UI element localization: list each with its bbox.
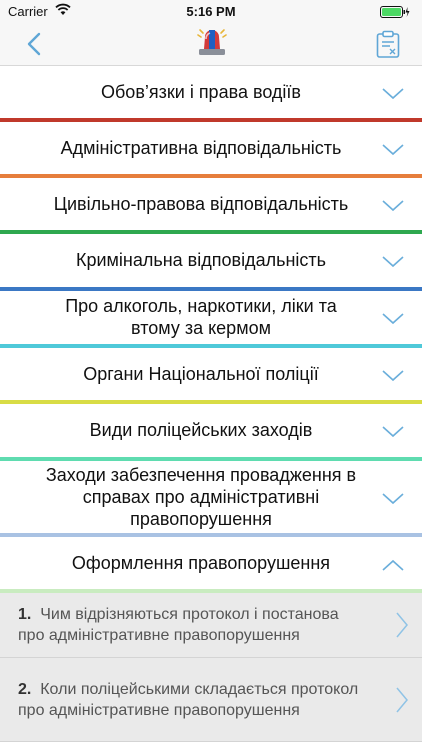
list-item-number: 1. [18, 606, 32, 623]
battery-icon [380, 5, 410, 23]
section-title: Оформлення правопорушення [71, 552, 331, 573]
police-siren-icon [196, 27, 228, 59]
section-row[interactable]: Про алкоголь, наркотики, ліки та втому з… [0, 291, 422, 348]
chevron-down-icon [382, 426, 404, 438]
chevron-down-icon [382, 144, 404, 156]
section-row[interactable]: Кримінальна відповідальність [0, 234, 422, 291]
section-row[interactable]: Обов’язки і права водіїв [0, 66, 422, 122]
chevron-down-icon [382, 313, 404, 325]
chevron-down-icon [382, 88, 404, 100]
section-title: Цивільно-правова відповідальність [53, 193, 349, 214]
list-item-text: 1. Чим відрізняються протокол і постанов… [18, 593, 364, 657]
clipboard-icon[interactable] [376, 30, 400, 58]
chevron-down-icon [382, 200, 404, 212]
navigation-bar [0, 22, 422, 66]
list-item-label: Коли поліцейськими складається протокол … [18, 680, 359, 719]
section-title: Адміністративна відповідальність [60, 137, 342, 158]
chevron-up-icon [382, 559, 404, 571]
list-item[interactable]: 2. Коли поліцейськими складається проток… [0, 658, 422, 742]
list-item-label: Чим відрізняються протокол і постанова п… [18, 606, 339, 644]
section-row[interactable]: Адміністративна відповідальність [0, 122, 422, 178]
section-title: Обов’язки і права водіїв [101, 81, 301, 102]
section-title: Кримінальна відповідальність [75, 250, 327, 270]
chevron-left-icon[interactable] [22, 31, 48, 57]
status-bar: Carrier 5:16 PM [0, 0, 422, 22]
chevron-down-icon [382, 256, 404, 268]
chevron-right-icon [396, 687, 408, 713]
section-title: Про алкоголь, наркотики, ліки та втому з… [65, 296, 337, 338]
chevron-down-icon [382, 370, 404, 382]
list-item[interactable]: 1. Чим відрізняються протокол і постанов… [0, 593, 422, 658]
section-row[interactable]: Цивільно-правова відповідальність [0, 178, 422, 234]
section-title: Заходи забезпечення провадження в справа… [45, 464, 357, 529]
chevron-down-icon [382, 493, 404, 505]
section-title: Види поліцейських заходів [89, 420, 313, 440]
list-item-number: 2. [18, 680, 32, 698]
section-row[interactable]: Оформлення правопорушення [0, 537, 422, 593]
clock: 5:16 PM [186, 4, 236, 19]
section-row[interactable]: Види поліцейських заходів [0, 404, 422, 461]
section-row[interactable]: Заходи забезпечення провадження в справа… [0, 461, 422, 537]
chevron-right-icon [396, 612, 408, 638]
section-title: Органи Національної поліції [83, 363, 319, 384]
topics-list: Обов’язки і права водіїв Адміністративна… [0, 66, 422, 742]
list-item-text: 2. Коли поліцейськими складається проток… [18, 658, 364, 741]
section-row[interactable]: Органи Національної поліції [0, 348, 422, 404]
